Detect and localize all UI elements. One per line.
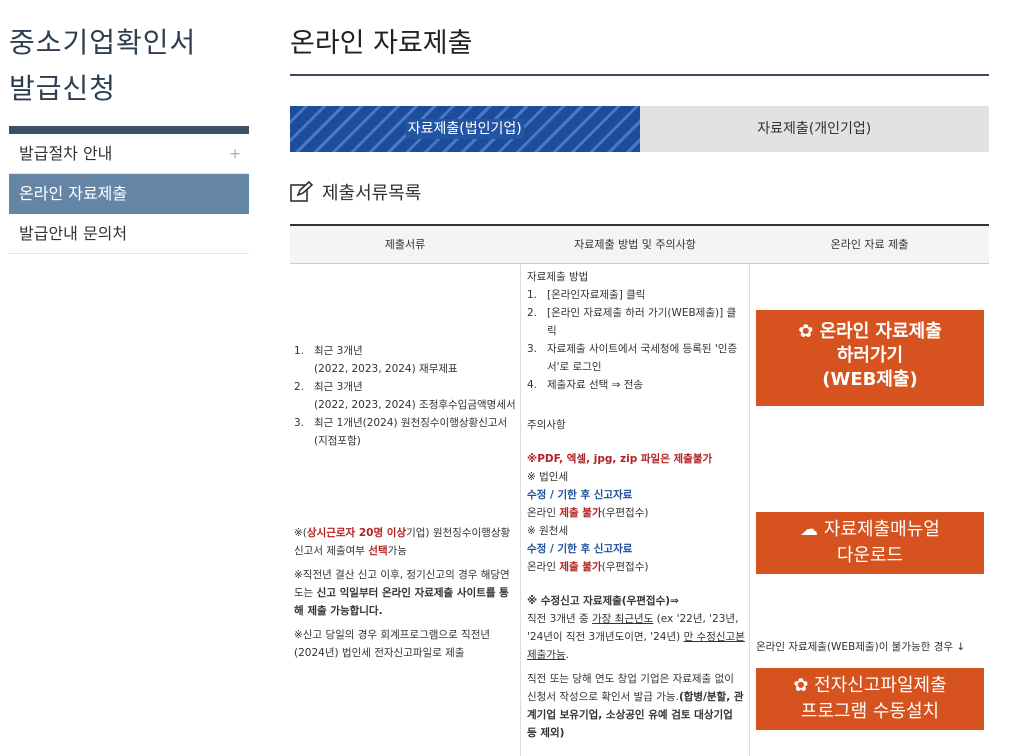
sidebar-item-contact[interactable]: 발급안내 문의처	[9, 214, 249, 254]
corp-tax-status: 온라인 제출 불가(우편접수)	[527, 507, 649, 519]
list-item: 2. 최근 3개년 (2022, 2023, 2024) 조정후수입금액명세서	[294, 378, 518, 414]
doc-text: 최근 1개년(2024) 원천징수이행상황신고서	[314, 417, 508, 429]
list-number: 1.	[294, 345, 305, 357]
sidebar-item-label: 온라인 자료제출	[19, 184, 128, 203]
caution-file-types: ※PDF, 엑셀, jpg, zip 파일은 제출불가	[527, 453, 713, 465]
button-label: 하러가기	[836, 345, 904, 366]
cloud-download-icon: ☁	[800, 519, 824, 540]
documents-table: 제출서류 자료제출 방법 및 주의사항 온라인 자료 제출 1. 최근 3개년 (2…	[290, 224, 989, 756]
list-item: 1. 최근 3개년 (2022, 2023, 2024) 재무제표	[294, 342, 518, 378]
sidebar-item-label: 발급절차 안내	[19, 144, 113, 163]
sidebar-item-label: 발급안내 문의처	[19, 224, 128, 243]
button-label: 프로그램 수동설치	[800, 701, 940, 722]
note-same-day: ※신고 당일의 경우 회계프로그램으로 직전년(2024년) 법인세 전자신고파…	[294, 629, 491, 659]
edit-icon	[290, 181, 314, 202]
tab-corporate[interactable]: 자료제출(법인기업)	[290, 106, 640, 152]
amend-title: ※ 수정신고 자료제출(우편접수)⇒	[527, 595, 679, 607]
doc-text: 최근 3개년	[314, 345, 363, 357]
column-header-online: 온라인 자료 제출	[830, 238, 909, 251]
corp-tax-label: ※ 법인세	[527, 471, 569, 483]
documents-cell: 1. 최근 3개년 (2022, 2023, 2024) 재무제표 2. 최근 3개년…	[290, 264, 520, 756]
list-number: 3.	[294, 417, 305, 429]
procedure-block: 자료제출 방법 1. [온라인자료제출] 클릭 2. [온라인 자료제출 하러 가기…	[527, 268, 745, 742]
note-employees: ※(상시근로자 20명 이상기업) 원천징수이행상황신고서 제출여부 선택가능	[294, 527, 511, 557]
web-submit-button[interactable]: ✿ 온라인 자료제출 하러가기 (WEB제출)	[756, 310, 984, 406]
main-content: 온라인 자료제출 자료제출(법인기업) 자료제출(개인기업) 제출서류목록 제출…	[290, 0, 989, 756]
sidebar: 중소기업확인서 발급신청 발급절차 안내 + 온라인 자료제출 발급안내 문의처	[9, 0, 249, 254]
sidebar-title: 중소기업확인서 발급신청	[9, 20, 249, 112]
list-item: 2. [온라인 자료제출 하러 가기(WEB제출)] 클릭	[527, 307, 737, 337]
startup-note: 직전 또는 당해 연도 창업 기업은 자료제출 없이 신청서 작성으로 확인서 …	[527, 673, 744, 739]
button-label: 다운로드	[836, 545, 904, 566]
caution-title: 주의사항	[527, 419, 566, 431]
sidebar-item-online-submit[interactable]: 온라인 자료제출	[9, 174, 249, 214]
withholding-tax-label: ※ 원천세	[527, 525, 569, 537]
amend-text: 직전 3개년 중 가장 최근년도 (ex '22년, '23년, '24년이 직…	[527, 613, 745, 661]
plus-icon: +	[229, 146, 241, 162]
list-item: 4. 제출자료 선택 ⇒ 전송	[527, 379, 644, 391]
tab-individual[interactable]: 자료제출(개인기업)	[639, 106, 989, 152]
list-item: 3. 자료제출 사이트에서 국세청에 등록된 '인증서'로 로그인	[527, 343, 738, 373]
doc-text: (2022, 2023, 2024) 재무제표	[314, 363, 458, 375]
list-number: 2.	[294, 381, 305, 393]
corp-tax-amend: 수정 / 기한 후 신고자료	[527, 489, 633, 501]
fallback-note: 온라인 자료제출(WEB제출)이 불가능한 경우 ↓	[756, 641, 966, 653]
button-label: 자료제출매뉴얼	[823, 519, 940, 540]
gear-icon: ✿	[793, 675, 815, 696]
procedure-steps: 1. [온라인자료제출] 클릭 2. [온라인 자료제출 하러 가기(WEB제출)]…	[527, 286, 745, 394]
column-header-documents: 제출서류	[384, 238, 426, 251]
list-item: 1. [온라인자료제출] 클릭	[527, 289, 646, 301]
title-divider	[290, 74, 989, 76]
manual-install-button[interactable]: ✿ 전자신고파일제출 프로그램 수동설치	[756, 668, 984, 730]
online-submit-cell: ✿ 온라인 자료제출 하러가기 (WEB제출) ☁ 자료제출매뉴얼 다운로드 온…	[750, 264, 989, 756]
sidebar-title-line2: 발급신청	[9, 72, 117, 105]
method-cell: 자료제출 방법 1. [온라인자료제출] 클릭 2. [온라인 자료제출 하러 가기…	[520, 264, 750, 756]
withholding-tax-status: 온라인 제출 불가(우편접수)	[527, 561, 649, 573]
section-title: 제출서류목록	[322, 183, 422, 204]
tab-label: 자료제출(개인기업)	[757, 121, 872, 137]
table-header: 제출서류 자료제출 방법 및 주의사항 온라인 자료 제출	[290, 224, 989, 264]
list-item: 3. 최근 1개년(2024) 원천징수이행상황신고서 (지점포함)	[294, 414, 518, 450]
button-label: 전자신고파일제출	[814, 675, 947, 696]
page-title: 온라인 자료제출	[290, 28, 473, 59]
documents-notes: ※(상시근로자 20명 이상기업) 원천징수이행상황신고서 제출여부 선택가능 …	[294, 524, 518, 668]
tab-bar: 자료제출(법인기업) 자료제출(개인기업)	[290, 106, 989, 152]
manual-download-button[interactable]: ☁ 자료제출매뉴얼 다운로드	[756, 512, 984, 574]
procedure-title: 자료제출 방법	[527, 271, 589, 283]
note-regular-filing: ※직전년 결산 신고 이후, 정기신고의 경우 해당연도는 신고 익일부터 온라…	[294, 569, 510, 617]
button-label: 온라인 자료제출	[819, 321, 942, 342]
documents-list: 1. 최근 3개년 (2022, 2023, 2024) 재무제표 2. 최근 3개년…	[294, 342, 518, 450]
sidebar-item-guide[interactable]: 발급절차 안내 +	[9, 134, 249, 174]
doc-text: (2022, 2023, 2024) 조정후수입금액명세서	[314, 399, 516, 411]
doc-text: 최근 3개년	[314, 381, 363, 393]
section-header: 제출서류목록	[290, 178, 989, 206]
withholding-tax-amend: 수정 / 기한 후 신고자료	[527, 543, 633, 555]
tab-label: 자료제출(법인기업)	[405, 119, 524, 139]
column-header-method: 자료제출 방법 및 주의사항	[574, 238, 696, 251]
button-label: (WEB제출)	[822, 369, 918, 390]
gear-icon: ✿	[798, 321, 820, 342]
sidebar-title-line1: 중소기업확인서	[9, 26, 197, 59]
sidebar-divider	[9, 126, 249, 134]
doc-text: (지점포함)	[314, 435, 361, 447]
